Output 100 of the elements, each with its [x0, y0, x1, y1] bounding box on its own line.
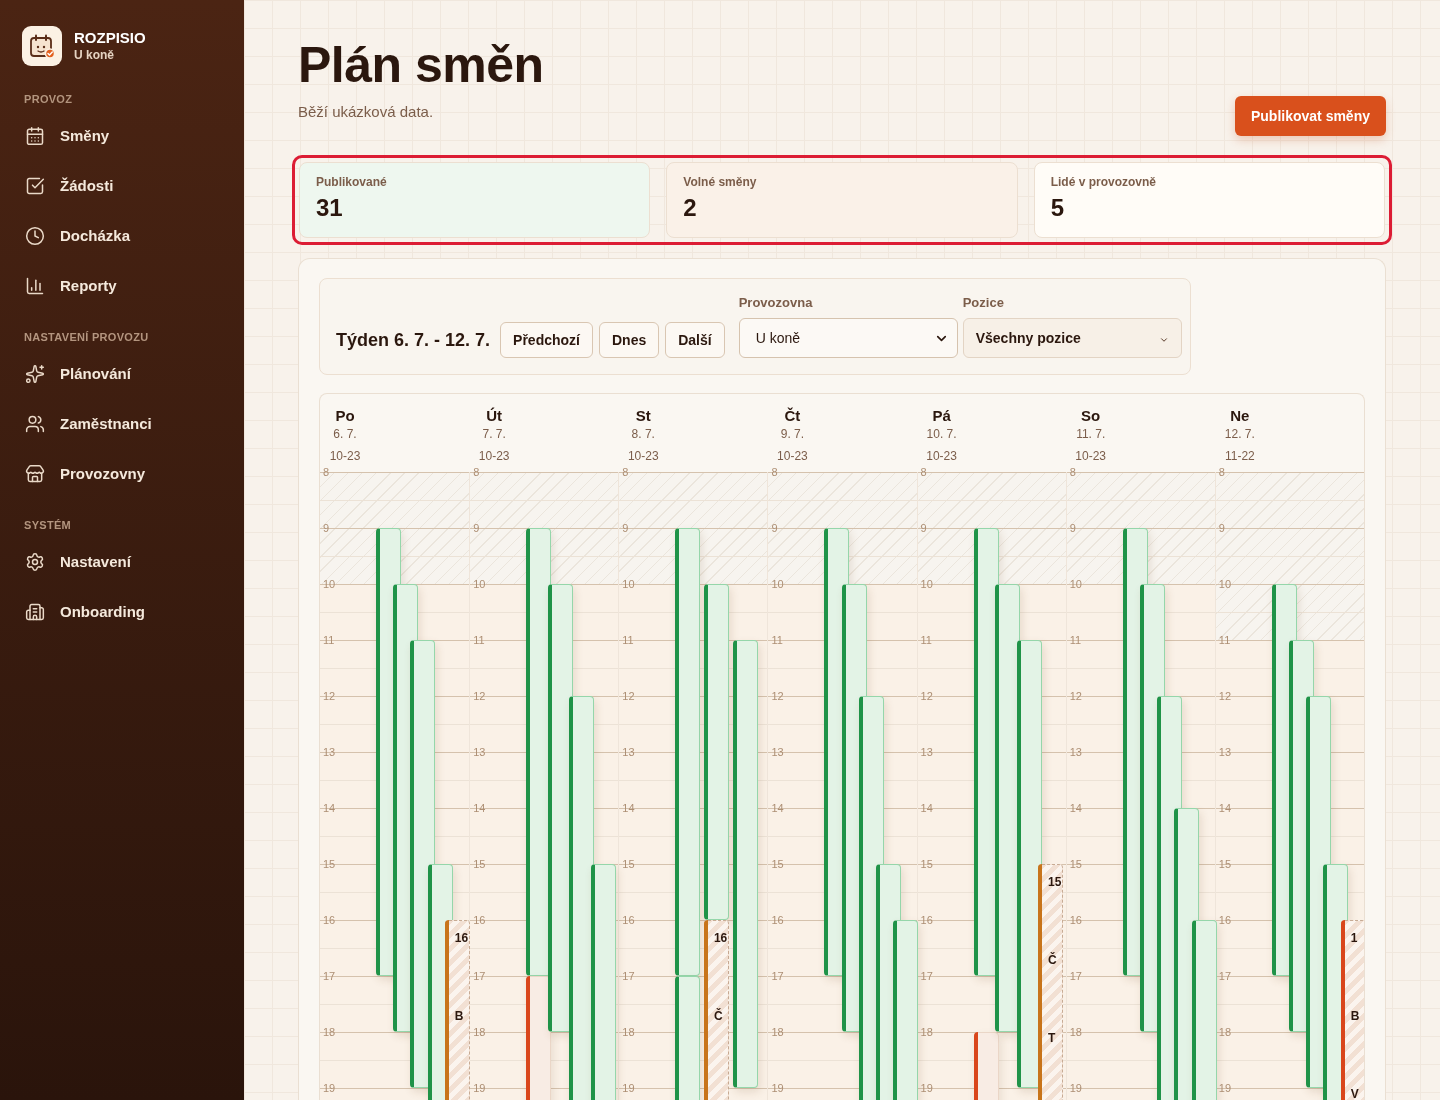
hour-label: 15: [920, 857, 933, 871]
hour-label: 8: [1069, 465, 1076, 479]
bar-chart-icon: [25, 276, 45, 296]
hour-label: 12: [1069, 689, 1082, 703]
hour-label: 11: [622, 633, 634, 647]
nav-item[interactable]: Nastavení: [12, 537, 232, 587]
publish-button[interactable]: Publikovat směny: [1234, 96, 1386, 136]
shift-text: 15: [1048, 875, 1063, 889]
settings-icon: [25, 552, 45, 572]
hour-label: 16: [323, 913, 336, 927]
dropdown-field[interactable]: Všechny pozice: [962, 318, 1182, 358]
hour-label: 18: [622, 1025, 635, 1039]
hour-label: 19: [920, 1081, 933, 1095]
hour-label: 18: [323, 1025, 336, 1039]
hour-label: 13: [473, 745, 486, 759]
hour-label: 12: [1218, 689, 1232, 703]
hour-label: 12: [622, 689, 635, 703]
hour-label: 14: [323, 801, 336, 815]
open-shift-block[interactable]: 15 Č T: [1038, 864, 1064, 1100]
hour-label: 16: [1069, 913, 1082, 927]
opening-hours: 10-23: [777, 448, 808, 464]
building-icon: [25, 602, 45, 622]
day-name: Ne: [1230, 407, 1250, 425]
hour-label: 15: [1218, 857, 1232, 871]
hour-label: 10: [771, 577, 784, 591]
shift-text: Č: [1048, 953, 1058, 967]
hour-label: 14: [920, 801, 933, 815]
previous-button[interactable]: Předchozí: [500, 322, 593, 358]
hour-label: 10: [622, 577, 635, 591]
shift-text: 1: [1350, 931, 1359, 945]
hour-label: 17: [920, 969, 933, 983]
select-field[interactable]: U koně: [738, 318, 958, 358]
day-name: St: [635, 407, 651, 425]
hour-label: 12: [323, 689, 336, 703]
hour-label: 19: [323, 1081, 336, 1095]
nav-item[interactable]: Provozovny: [12, 449, 232, 499]
hour-label: 17: [473, 969, 486, 983]
opening-hours: 10-23: [329, 448, 361, 464]
hour-label: 13: [1218, 745, 1232, 759]
shift-block[interactable]: [703, 584, 729, 920]
stat-value: 5: [1050, 194, 1065, 222]
hour-label: 9: [1218, 521, 1225, 535]
brand-subtitle: U koně: [74, 47, 115, 63]
stat-label: Volné směny: [683, 174, 758, 190]
hour-label: 12: [920, 689, 933, 703]
brand-name: ROZPISIO: [74, 29, 146, 47]
open-shift-block[interactable]: 1 B V: [1340, 920, 1364, 1100]
page-title: Plán směn: [298, 40, 544, 90]
hour-label: 13: [771, 745, 784, 759]
shift-text: T: [1048, 1031, 1057, 1045]
nav-item[interactable]: Žádosti: [12, 161, 232, 211]
hour-label: 12: [771, 689, 784, 703]
day-date: 9. 7.: [780, 426, 805, 442]
calendar-icon: [25, 126, 45, 146]
hour-label: 9: [920, 521, 927, 535]
filter-label: Provozovna: [738, 295, 814, 311]
next-button[interactable]: Další: [665, 322, 725, 358]
chevron-down-icon: [1158, 335, 1169, 345]
shift-block[interactable]: [675, 528, 701, 976]
shift-text: V: [1350, 1087, 1360, 1100]
nav-item[interactable]: Zaměstnanci: [12, 399, 232, 449]
hour-label: 11: [1069, 633, 1082, 647]
nav-item[interactable]: Reporty: [12, 261, 232, 311]
shift-block[interactable]: [569, 696, 595, 1100]
hour-label: 16: [771, 913, 784, 927]
nav-item[interactable]: Onboarding: [12, 587, 232, 637]
calendar-logo-icon: [22, 26, 62, 66]
nav-section-title: PROVOZ: [23, 92, 74, 106]
hour-label: 17: [622, 969, 635, 983]
shift-block[interactable]: [590, 864, 616, 1100]
hour-label: 9: [1069, 521, 1076, 535]
hour-label: 9: [771, 521, 778, 535]
hour-label: 17: [1218, 969, 1232, 983]
hour-label: 15: [1069, 857, 1082, 871]
nav-item[interactable]: Plánování: [12, 349, 232, 399]
nav-item[interactable]: Docházka: [12, 211, 232, 261]
hour-label: 13: [323, 745, 336, 759]
day-name: Po: [335, 407, 355, 425]
day-date: 7. 7.: [482, 426, 506, 442]
hour-label: 17: [1069, 969, 1082, 983]
nav-section-title: NASTAVENÍ PROVOZU: [23, 330, 150, 344]
shift-text: Č: [713, 1009, 724, 1023]
sparkles-icon: [25, 364, 45, 384]
hour-label: 18: [920, 1025, 933, 1039]
hour-label: 8: [771, 465, 778, 479]
hour-label: 9: [323, 521, 330, 535]
shift-text: B: [454, 1009, 465, 1023]
today-button[interactable]: Dnes: [599, 322, 660, 358]
hour-label: 9: [473, 521, 480, 535]
day-date: 8. 7.: [631, 426, 655, 442]
day-date: 10. 7.: [926, 426, 957, 442]
open-shift-block[interactable]: 16 Č: [703, 920, 729, 1100]
open-shift-block[interactable]: 16 B: [444, 920, 470, 1100]
opening-hours: 10-23: [926, 448, 957, 464]
day-date: 6. 7.: [333, 426, 357, 442]
nav-item[interactable]: Směny: [12, 111, 232, 161]
clock-icon: [25, 226, 45, 246]
opening-hours: 10-23: [627, 448, 659, 464]
day-name: Út: [486, 407, 503, 425]
shift-block[interactable]: [732, 640, 758, 1088]
